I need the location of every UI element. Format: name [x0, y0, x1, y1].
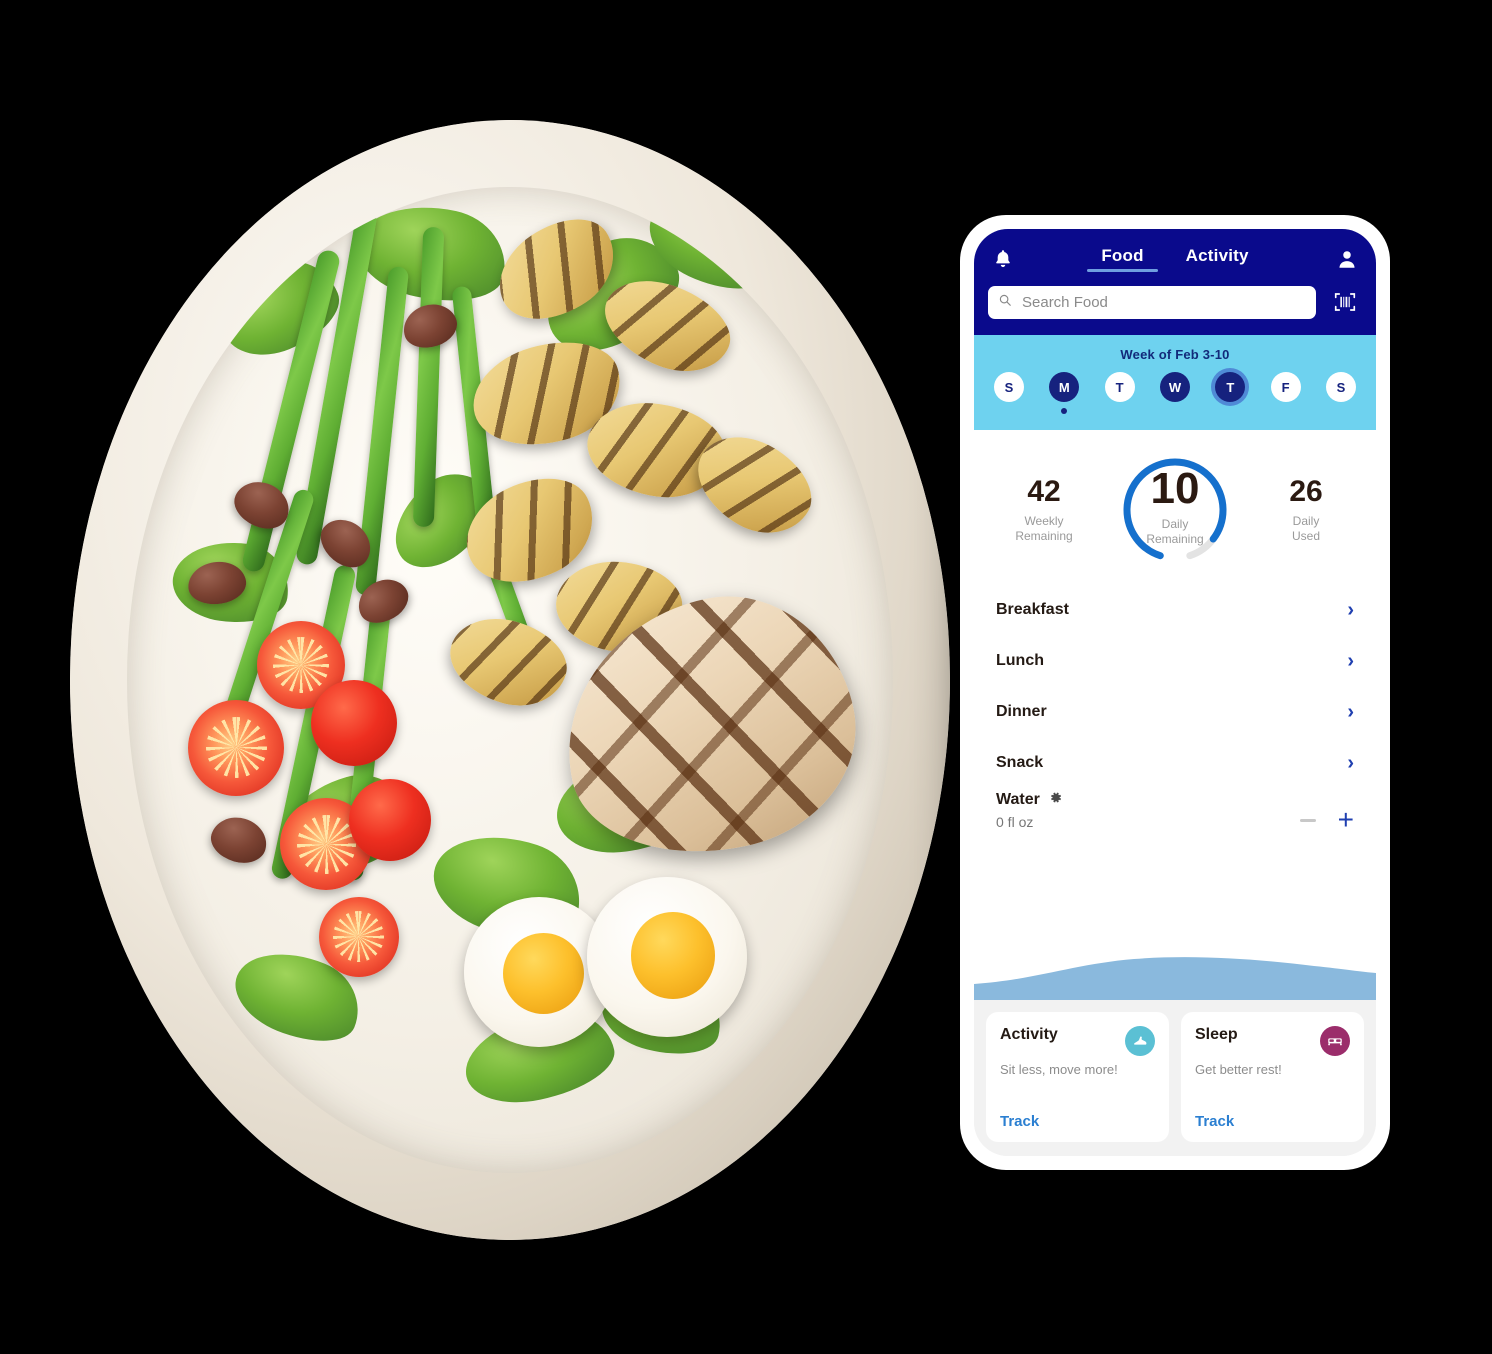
stat-daily-used: 26 Daily Used	[1258, 474, 1354, 544]
phone-screen: Food Activity Search Food Week of Feb 3-…	[974, 229, 1376, 1156]
water-title-row: Water	[996, 790, 1063, 810]
running-shoe-icon	[1125, 1026, 1155, 1056]
weekly-remaining-label: Weekly Remaining	[1015, 513, 1073, 543]
tab-activity[interactable]: Activity	[1186, 246, 1249, 272]
bed-icon	[1320, 1026, 1350, 1056]
app-header: Food Activity	[974, 229, 1376, 335]
meal-row-snack[interactable]: Snack ›	[996, 737, 1354, 788]
week-day-circle: T	[1104, 372, 1135, 402]
week-day-0[interactable]: S	[990, 372, 1028, 414]
gauge-center: 10 Daily Remaining	[1146, 467, 1203, 547]
search-row	[986, 285, 1364, 319]
water-amount: 0 fl oz	[996, 814, 1034, 830]
meal-row-breakfast[interactable]: Breakfast ›	[996, 584, 1354, 635]
weekly-remaining-value: 42	[1027, 474, 1061, 508]
daily-remaining-gauge: 10 Daily Remaining	[1115, 452, 1235, 568]
card-sleep-track-link[interactable]: Track	[1195, 1113, 1350, 1130]
week-strip: Week of Feb 3-10 S M T W T F S	[974, 335, 1376, 430]
card-sleep[interactable]: Sleep Get better rest! Track	[1181, 1012, 1364, 1142]
week-day-5[interactable]: F	[1267, 372, 1305, 414]
plate-image	[70, 120, 950, 1240]
meal-row-lunch[interactable]: Lunch ›	[996, 635, 1354, 686]
plate-well	[127, 187, 893, 1173]
meal-label: Breakfast	[996, 600, 1069, 618]
food-photo	[0, 0, 1000, 1354]
barcode-scan-icon[interactable]	[1328, 285, 1362, 319]
app-header-top-row: Food Activity	[986, 239, 1364, 279]
card-sleep-top: Sleep	[1195, 1026, 1350, 1056]
meal-label: Lunch	[996, 651, 1044, 669]
week-day-circle: W	[1159, 372, 1190, 402]
week-day-dot	[1061, 408, 1068, 414]
meal-label: Dinner	[996, 702, 1047, 720]
week-day-3[interactable]: W	[1156, 372, 1194, 414]
week-day-4-today[interactable]: T	[1211, 372, 1249, 414]
chevron-right-icon: ›	[1347, 700, 1354, 723]
card-sleep-title: Sleep	[1195, 1026, 1238, 1043]
week-day-6[interactable]: S	[1322, 372, 1360, 414]
chevron-right-icon: ›	[1347, 649, 1354, 672]
daily-used-label: Daily Used	[1291, 513, 1320, 543]
week-day-circle: M	[1049, 372, 1080, 402]
meal-label: Snack	[996, 753, 1044, 771]
week-days: S M T W T F S	[990, 372, 1360, 414]
daily-remaining-value: 10	[1150, 464, 1200, 513]
water-row: Water 0 fl oz +	[974, 788, 1376, 834]
stat-weekly-remaining: 42 Weekly Remaining	[996, 474, 1092, 544]
search-icon	[998, 293, 1012, 312]
phone-mockup: Food Activity Search Food Week of Feb 3-…	[960, 215, 1390, 1170]
gear-icon[interactable]	[1048, 790, 1063, 810]
minus-icon	[1299, 818, 1316, 822]
chevron-right-icon: ›	[1347, 751, 1354, 774]
water-wave-graphic	[974, 938, 1376, 1000]
search-input[interactable]	[1020, 292, 1306, 312]
card-activity-title: Activity	[1000, 1026, 1058, 1043]
bottom-cards: Activity Sit less, move more! Track Slee…	[974, 1000, 1376, 1156]
week-day-1[interactable]: M	[1045, 372, 1083, 414]
week-day-2[interactable]: T	[1101, 372, 1139, 414]
main-card: 42 Weekly Remaining 10 Daily Remaining 2…	[974, 430, 1376, 1000]
profile-icon[interactable]	[1330, 242, 1364, 276]
week-day-circle: S	[1325, 372, 1356, 402]
water-info: Water 0 fl oz	[996, 790, 1063, 830]
daily-used-value: 26	[1289, 474, 1323, 508]
tab-food[interactable]: Food	[1087, 246, 1159, 272]
week-title: Week of Feb 3-10	[1120, 347, 1230, 362]
meal-list: Breakfast › Lunch › Dinner › Snack ›	[974, 578, 1376, 788]
water-controls: +	[1299, 806, 1354, 834]
main-tabs: Food Activity	[1020, 246, 1330, 272]
water-label: Water	[996, 791, 1040, 808]
daily-remaining-label: Daily Remaining	[1146, 517, 1204, 546]
card-sleep-subtitle: Get better rest!	[1195, 1062, 1282, 1077]
chevron-right-icon: ›	[1347, 598, 1354, 621]
stats-row: 42 Weekly Remaining 10 Daily Remaining 2…	[974, 430, 1376, 578]
bell-icon[interactable]	[986, 242, 1020, 276]
card-activity-top: Activity	[1000, 1026, 1155, 1056]
card-activity[interactable]: Activity Sit less, move more! Track	[986, 1012, 1169, 1142]
water-decrement-button[interactable]	[1299, 818, 1316, 822]
water-increment-button[interactable]: +	[1338, 806, 1354, 834]
card-activity-track-link[interactable]: Track	[1000, 1113, 1155, 1130]
meal-row-dinner[interactable]: Dinner ›	[996, 686, 1354, 737]
card-activity-subtitle: Sit less, move more!	[1000, 1062, 1118, 1077]
search-food-box[interactable]	[988, 285, 1316, 319]
week-day-circle: S	[994, 372, 1024, 402]
week-day-circle: T	[1215, 372, 1246, 402]
week-day-circle: F	[1270, 372, 1301, 402]
